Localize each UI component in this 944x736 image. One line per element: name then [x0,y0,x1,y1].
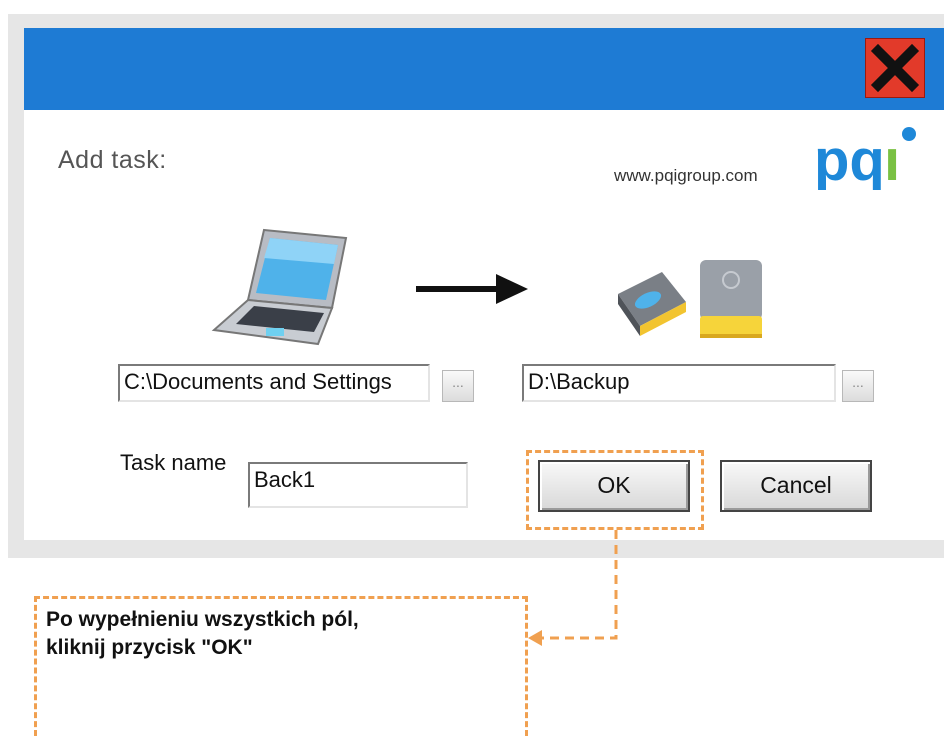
ok-button-highlight [526,450,704,530]
cancel-button[interactable]: Cancel [720,460,872,512]
svg-text:ı: ı [884,128,900,190]
instruction-line-1: Po wypełnieniu wszystkich pól, [46,608,359,631]
task-name-input[interactable]: Back1 [248,462,468,508]
website-link: www.pqigroup.com [614,166,758,185]
source-browse-button[interactable]: ... [442,370,474,402]
source-path-input[interactable]: C:\Documents and Settings [118,364,430,402]
destination-path-input[interactable]: D:\Backup [522,364,836,402]
add-task-dialog: Add task: www.pqigroup.com pq ı C:\Docum… [24,28,944,540]
instruction-text: Po wypełnieniu wszystkich pól, kliknij p… [46,606,516,662]
svg-text:pq: pq [814,128,885,190]
dialog-heading: Add task: [58,146,167,174]
close-button[interactable] [865,38,925,98]
callout-connector [528,530,618,646]
close-icon [870,43,920,93]
task-name-label: Task name [120,450,227,475]
destination-browse-button[interactable]: ... [842,370,874,402]
hard-drive-icon [618,260,762,338]
laptop-icon [211,228,348,346]
arrow-right-icon [416,274,528,304]
title-bar [24,28,944,110]
pqi-logo: pq ı [814,127,916,190]
instruction-line-2: kliknij przycisk "OK" [46,636,253,659]
